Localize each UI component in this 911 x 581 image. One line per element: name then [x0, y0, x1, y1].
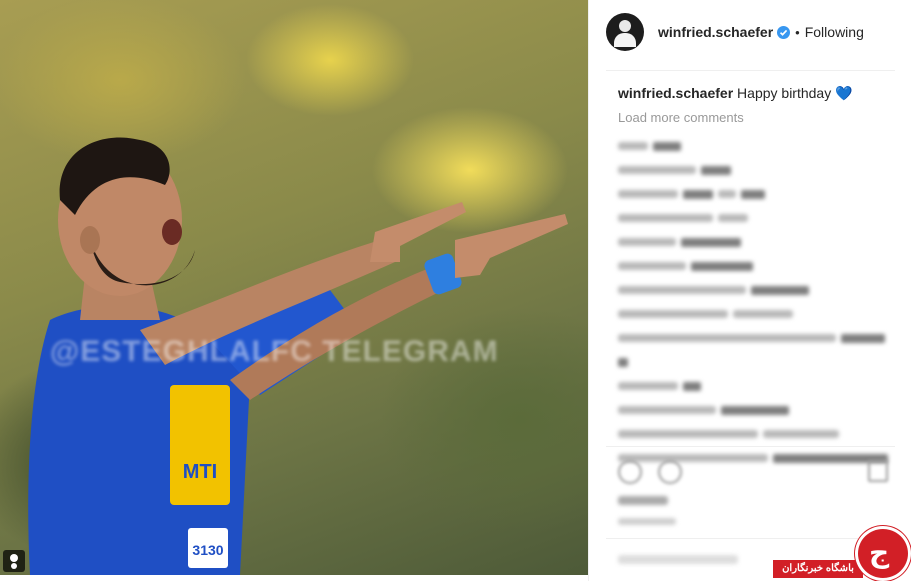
add-comment-input[interactable] — [618, 555, 738, 564]
comment-item — [618, 326, 888, 350]
comment-item — [618, 206, 888, 230]
comments-list — [618, 134, 888, 470]
post-actions — [618, 456, 888, 486]
user-tag-icon[interactable] — [3, 550, 25, 572]
header-username[interactable]: winfried.schaefer — [658, 24, 773, 40]
comment-item — [618, 158, 888, 182]
jersey-number: 3130 — [192, 542, 223, 558]
avatar[interactable] — [606, 13, 644, 51]
photo-watermark: @ESTEGHLALFC TELEGRAM — [50, 335, 499, 368]
comment-item — [618, 302, 888, 326]
player-illustration: MTI 3130 — [28, 137, 568, 575]
heart-icon[interactable] — [618, 460, 642, 484]
site-logo-text: باشگاه خبرنگاران — [773, 560, 863, 578]
comment-item — [618, 182, 888, 206]
header-separator: • — [795, 24, 800, 40]
post-caption: winfried.schaefer Happy birthday 💙 — [618, 84, 898, 102]
post-photo[interactable]: MTI 3130 @ESTEGHLALFC TELEGRAM — [0, 0, 588, 575]
comment-item — [618, 350, 888, 374]
post-timestamp — [618, 518, 676, 525]
site-logo-glyph: ج — [869, 536, 890, 569]
post-header: winfried.schaefer • Following — [606, 12, 895, 52]
comment-item — [618, 374, 888, 398]
bookmark-icon[interactable] — [868, 460, 888, 482]
jersey-sponsor: MTI — [183, 461, 217, 483]
instagram-post-view: MTI 3130 @ESTEGHLALFC TELEGRAM winfried.… — [0, 0, 911, 581]
comment-icon[interactable] — [658, 460, 682, 484]
comment-item — [618, 422, 888, 446]
post-side-panel: winfried.schaefer • Following winfried.s… — [588, 0, 911, 581]
likes-count[interactable] — [618, 496, 668, 505]
comment-item — [618, 254, 888, 278]
caption-text: Happy birthday 💙 — [737, 85, 853, 101]
caption-username[interactable]: winfried.schaefer — [618, 85, 733, 101]
site-logo: باشگاه خبرنگاران ج — [773, 526, 911, 581]
verified-badge-icon — [777, 25, 791, 39]
comment-item — [618, 134, 888, 158]
comment-item — [618, 230, 888, 254]
comment-item — [618, 398, 888, 422]
load-more-comments-button[interactable]: Load more comments — [618, 110, 744, 125]
header-divider — [606, 70, 895, 71]
actions-divider — [606, 446, 895, 447]
following-button[interactable]: Following — [805, 24, 864, 40]
comment-item — [618, 278, 888, 302]
